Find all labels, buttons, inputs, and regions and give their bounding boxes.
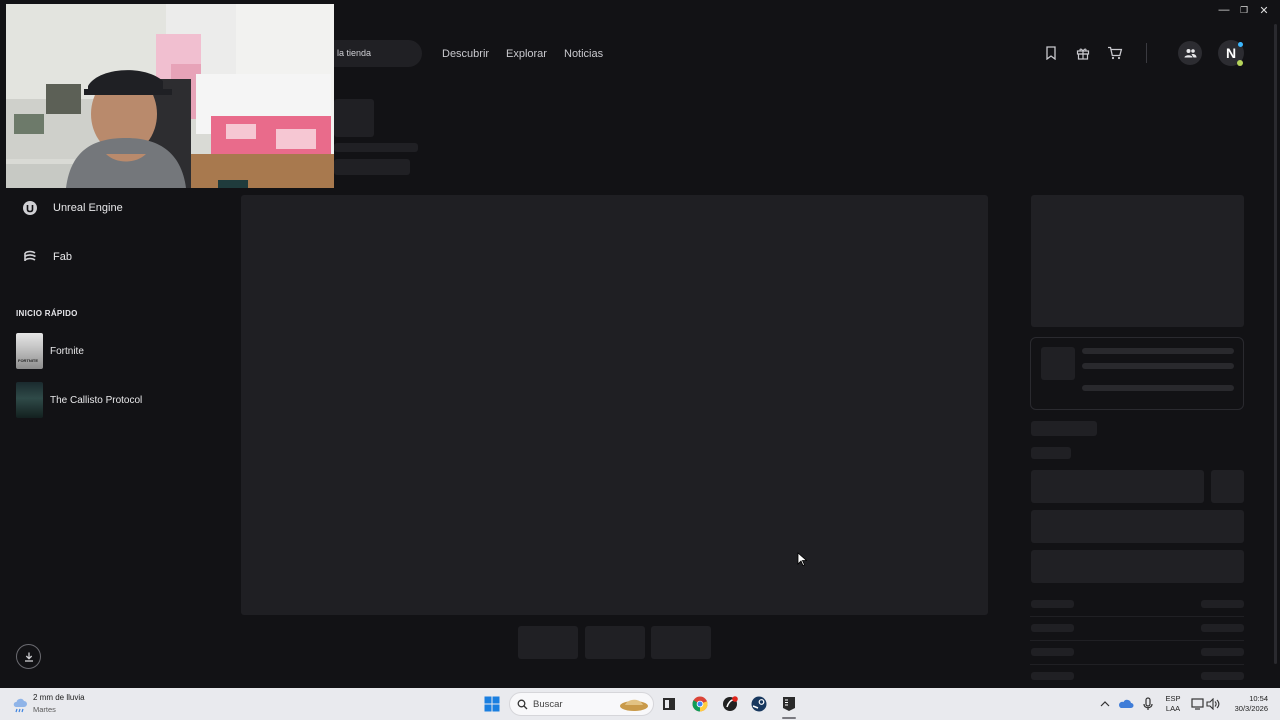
skeleton-button — [1031, 470, 1204, 503]
quick-launch-title: INICIO RÁPIDO — [16, 309, 78, 318]
search-highlight-icon — [620, 699, 648, 711]
minimize-button[interactable]: — — [1214, 2, 1234, 18]
sidebar-item-label: Fab — [53, 251, 72, 263]
close-button[interactable]: ✕ — [1254, 2, 1274, 18]
notification-dot — [1238, 42, 1243, 47]
skeleton-text — [334, 159, 410, 175]
clock-time: 10:54 — [1249, 694, 1268, 703]
nav-link-descubrir[interactable]: Descubrir — [442, 48, 489, 60]
game-thumbnail: FORTNITE — [16, 333, 43, 369]
microphone-icon[interactable] — [1139, 695, 1157, 713]
skeleton-thumb — [585, 626, 645, 659]
skeleton-logo — [334, 99, 374, 137]
webcam-overlay — [6, 4, 334, 188]
mouse-cursor-icon — [797, 552, 807, 566]
onedrive-icon[interactable] — [1117, 695, 1135, 713]
skeleton-text — [1201, 600, 1244, 608]
input-language[interactable]: ESP LAA — [1162, 694, 1184, 714]
skeleton-thumb — [518, 626, 578, 659]
skeleton-logo-box — [1031, 195, 1244, 327]
quick-launch-item-fortnite[interactable]: FORTNITE Fortnite — [16, 333, 84, 369]
weather-widget[interactable]: 2 mm de lluvia Martes — [12, 693, 85, 714]
weather-day: Martes — [33, 705, 56, 714]
sidebar-item-unreal-engine[interactable]: Unreal Engine — [20, 198, 123, 218]
wishlist-icon[interactable] — [1042, 44, 1060, 62]
sidebar-item-label: Unreal Engine — [53, 202, 123, 214]
epic-games-icon[interactable] — [780, 695, 798, 713]
fab-icon — [20, 247, 40, 267]
skeleton-text — [1031, 447, 1071, 459]
language-code: ESP — [1165, 694, 1181, 703]
divider — [1030, 640, 1244, 641]
scrollbar[interactable] — [1274, 24, 1277, 664]
quick-launch-item-callisto[interactable]: The Callisto Protocol — [16, 382, 142, 418]
skeleton-thumb — [651, 626, 711, 659]
skeleton-card-image — [1041, 347, 1075, 380]
weather-text: 2 mm de lluvia — [33, 693, 85, 702]
search-icon — [517, 699, 528, 710]
downloads-button[interactable] — [16, 644, 41, 669]
skeleton-text — [1031, 600, 1074, 608]
unreal-icon — [20, 198, 40, 218]
keyboard-layout: LAA — [1165, 704, 1181, 713]
nav-link-noticias[interactable]: Noticias — [564, 48, 603, 60]
volume-icon[interactable] — [1204, 695, 1222, 713]
friends-button[interactable] — [1178, 41, 1202, 65]
clock-date: 30/3/2026 — [1234, 704, 1268, 713]
cart-icon[interactable] — [1106, 44, 1124, 62]
skeleton-button — [1031, 550, 1244, 583]
sidebar-item-fab[interactable]: Fab — [20, 247, 72, 267]
download-icon — [24, 652, 33, 662]
skeleton-text — [1082, 348, 1234, 354]
skeleton-button — [1211, 470, 1244, 503]
windows-taskbar: 2 mm de lluvia Martes Buscar ESP LAA 10:… — [0, 688, 1280, 720]
steam-icon[interactable] — [750, 695, 768, 713]
maximize-button[interactable]: ❐ — [1234, 2, 1254, 18]
chrome-icon[interactable] — [691, 695, 709, 713]
skeleton-hero-media — [241, 195, 988, 615]
active-app-indicator — [782, 717, 796, 719]
skeleton-button — [1031, 510, 1244, 543]
nav-link-explorar[interactable]: Explorar — [506, 48, 547, 60]
skeleton-text — [1031, 624, 1074, 632]
clock[interactable]: 10:54 30/3/2026 — [1224, 694, 1268, 714]
divider — [1030, 664, 1244, 665]
skeleton-text — [334, 143, 418, 152]
app-notification-icon[interactable] — [721, 695, 739, 713]
quick-launch-label: Fortnite — [50, 345, 84, 357]
epic-games-launcher-window: — ❐ ✕ la tienda Descubrir Explorar Notic… — [0, 0, 1280, 688]
search-placeholder: Buscar — [533, 699, 563, 710]
quick-launch-label: The Callisto Protocol — [50, 394, 143, 406]
skeleton-text — [1082, 385, 1234, 391]
game-thumbnail — [16, 382, 43, 418]
thumbnail-text: FORTNITE — [18, 358, 38, 363]
skeleton-text — [1031, 421, 1097, 436]
skeleton-text — [1201, 624, 1244, 632]
window-controls: — ❐ ✕ — [1214, 2, 1274, 18]
divider — [1030, 616, 1244, 617]
friends-icon — [1184, 49, 1196, 58]
online-status-dot — [1237, 60, 1243, 66]
skeleton-text — [1201, 648, 1244, 656]
windows-start-icon[interactable] — [483, 695, 501, 713]
toolbar-divider — [1146, 43, 1147, 63]
skeleton-text — [1031, 672, 1074, 680]
taskbar-search-input[interactable]: Buscar — [509, 692, 654, 716]
skeleton-text — [1031, 648, 1074, 656]
skeleton-text — [1082, 363, 1234, 369]
gift-icon[interactable] — [1074, 44, 1092, 62]
rain-icon — [13, 698, 27, 713]
chevron-up-icon[interactable] — [1096, 695, 1114, 713]
file-explorer-icon[interactable] — [660, 695, 678, 713]
skeleton-text — [1201, 672, 1244, 680]
